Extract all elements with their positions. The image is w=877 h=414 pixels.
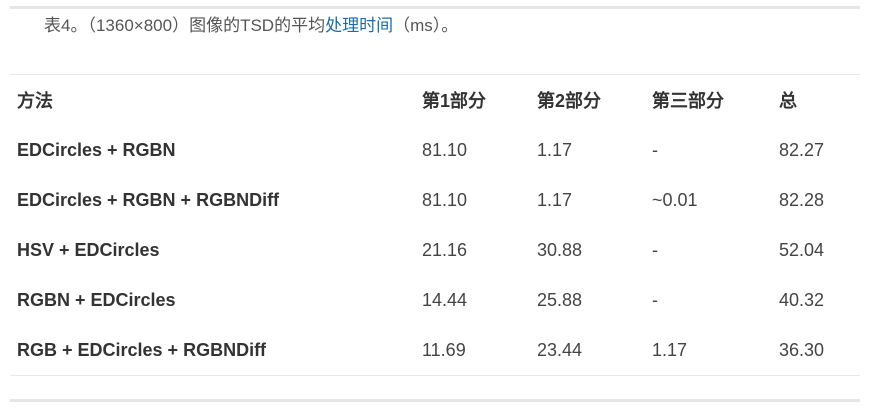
table-row: EDCircles + RGBN + RGBNDiff 81.10 1.17 ~…: [10, 175, 860, 225]
table-row: RGBN + EDCircles 14.44 25.88 - 40.32: [10, 275, 860, 325]
header-total: 总: [779, 91, 797, 111]
results-table-container: 方法 第1部分 第2部分 第三部分 总 EDCircles + RGBN 81.…: [10, 74, 860, 376]
header-method: 方法: [17, 91, 53, 111]
cell-part2: 23.44: [537, 339, 583, 360]
cell-method: RGB + EDCircles + RGBNDiff: [17, 339, 267, 360]
cell-part3: 1.17: [652, 339, 688, 360]
table-row: EDCircles + RGBN 81.10 1.17 - 82.27: [10, 125, 860, 175]
cell-total: 82.28: [779, 189, 825, 210]
results-table: 方法 第1部分 第2部分 第三部分 总 EDCircles + RGBN 81.…: [10, 75, 860, 375]
cell-total: 40.32: [779, 289, 825, 310]
cell-method: RGBN + EDCircles: [17, 289, 176, 310]
caption-link[interactable]: 处理时间: [325, 16, 393, 35]
cell-part3: -: [652, 139, 658, 160]
cell-part1: 11.69: [422, 339, 466, 360]
cell-method: EDCircles + RGBN: [17, 139, 176, 160]
cell-total: 82.27: [779, 139, 825, 160]
cell-part1: 81.10: [422, 139, 468, 160]
cell-part3: -: [652, 289, 658, 310]
cell-method: HSV + EDCircles: [17, 239, 160, 260]
table-row: HSV + EDCircles 21.16 30.88 - 52.04: [10, 225, 860, 275]
table-row: RGB + EDCircles + RGBNDiff 11.69 23.44 1…: [10, 325, 860, 375]
cell-part1: 21.16: [422, 239, 468, 260]
header-part3: 第三部分: [652, 91, 724, 111]
cell-method: EDCircles + RGBN + RGBNDiff: [17, 189, 280, 210]
cell-part1: 81.10: [422, 189, 468, 210]
cell-total: 52.04: [779, 239, 825, 260]
table-header-row: 方法 第1部分 第2部分 第三部分 总: [10, 75, 860, 125]
cell-part2: 1.17: [537, 189, 573, 210]
cell-part1: 14.44: [422, 289, 468, 310]
header-part2: 第2部分: [537, 91, 602, 111]
header-part1: 第1部分: [422, 91, 487, 111]
caption-prefix: 表4。（1360×800）图像的TSD的平均: [44, 16, 326, 35]
bottom-divider: [10, 399, 860, 402]
caption-suffix: （ms）。: [393, 16, 459, 35]
cell-part2: 1.17: [537, 139, 573, 160]
table-caption: 表4。（1360×800）图像的TSD的平均处理时间（ms）。: [44, 14, 458, 38]
cell-part2: 25.88: [537, 289, 583, 310]
cell-part3: ~0.01: [652, 189, 698, 210]
table-bottom-border: [10, 375, 860, 376]
cell-part3: -: [652, 239, 658, 260]
cell-part2: 30.88: [537, 239, 583, 260]
cell-total: 36.30: [779, 339, 825, 360]
top-divider: [10, 6, 860, 9]
